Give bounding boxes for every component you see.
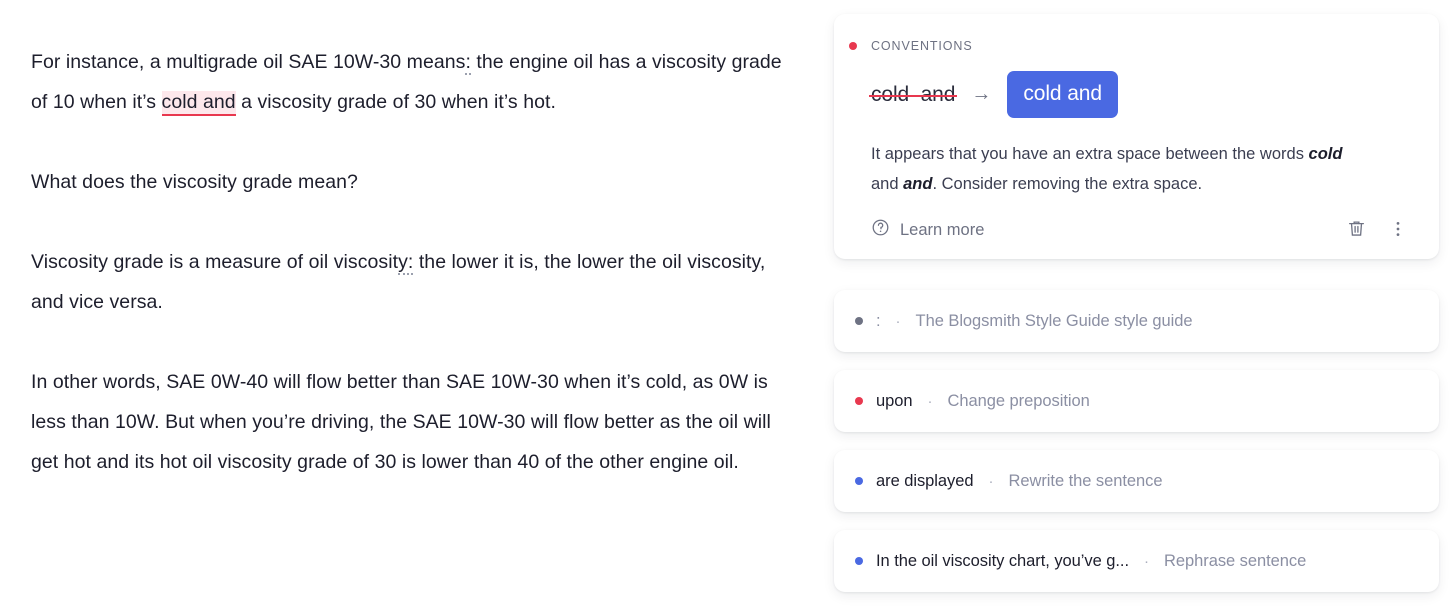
suggestions-sidebar: CONVENTIONS cold and → cold and It appea…	[820, 0, 1453, 616]
suggestion-row-action: The Blogsmith Style Guide style guide	[915, 311, 1193, 330]
original-text-strikethrough: cold and	[868, 82, 958, 106]
suggestion-row[interactable]: are displayed · Rewrite the sentence	[834, 450, 1439, 512]
category-dot-icon	[849, 42, 857, 50]
explanation-text: It appears that you have an extra space …	[871, 145, 1309, 163]
paragraph-text: What does the viscosity grade mean?	[31, 171, 358, 193]
question-circle-icon	[871, 218, 890, 242]
suggestion-row[interactable]: : · The Blogsmith Style Guide style guide	[834, 290, 1439, 352]
emphasis-word: and	[903, 175, 933, 193]
suggestion-category: CONVENTIONS	[849, 39, 1413, 53]
writing-assistant-app: For instance, a multigrade oil SAE 10W-3…	[0, 0, 1453, 616]
suggestion-row-separator: ·	[895, 312, 901, 330]
suggestion-list: : · The Blogsmith Style Guide style guide u…	[834, 290, 1439, 592]
suggestion-row-action: Change preposition	[947, 391, 1090, 410]
trash-icon	[1346, 218, 1367, 242]
accept-suggestion-button[interactable]: cold and	[1007, 71, 1118, 118]
suggestion-explanation: It appears that you have an extra space …	[871, 139, 1371, 199]
suggestion-dot-icon	[855, 477, 863, 485]
suggestion-row-text: upon	[876, 391, 913, 410]
category-label: CONVENTIONS	[871, 39, 973, 53]
document-editor-pane[interactable]: For instance, a multigrade oil SAE 10W-3…	[0, 0, 820, 616]
emphasis-word: cold	[1308, 145, 1343, 163]
suggestion-row-separator: ·	[1144, 552, 1149, 570]
suggestion-row-text: are displayed	[876, 471, 974, 490]
suggestion-card-expanded[interactable]: CONVENTIONS cold and → cold and It appea…	[834, 14, 1439, 259]
suggestion-dot-icon	[855, 397, 863, 405]
paragraph-text: a viscosity grade of 30 when it’s hot.	[235, 91, 556, 113]
style-suggestion-underline[interactable]: y:	[398, 251, 414, 275]
paragraph-text: For instance, a multigrade oil SAE 10W-3…	[31, 51, 466, 73]
explanation-text: and	[871, 175, 904, 193]
suggestion-dot-icon	[855, 557, 863, 565]
suggestion-row-separator: ·	[988, 472, 994, 490]
grammar-error-highlight[interactable]: cold and	[161, 91, 236, 116]
card-action-bar: Learn more	[871, 215, 1413, 245]
arrow-right-icon: →	[971, 82, 992, 105]
dismiss-suggestion-button[interactable]	[1341, 215, 1371, 245]
document-body[interactable]: For instance, a multigrade oil SAE 10W-3…	[0, 0, 820, 482]
learn-more-link[interactable]: Learn more	[871, 218, 984, 242]
suggestion-row[interactable]: In the oil viscosity chart, you’ve g... ·…	[834, 530, 1439, 592]
document-paragraph: Viscosity grade is a measure of oil visc…	[31, 242, 790, 322]
more-options-button[interactable]	[1383, 215, 1413, 245]
kebab-menu-icon	[1388, 219, 1408, 242]
learn-more-label: Learn more	[900, 220, 985, 239]
document-paragraph: For instance, a multigrade oil SAE 10W-3…	[31, 42, 790, 122]
suggestion-row-separator: ·	[927, 392, 933, 410]
suggestion-row[interactable]: upon · Change preposition	[834, 370, 1439, 432]
suggestion-row-action: Rewrite the sentence	[1008, 471, 1163, 490]
document-paragraph: What does the viscosity grade mean?	[31, 162, 790, 202]
document-paragraph: In other words, SAE 0W-40 will flow bett…	[31, 362, 790, 482]
paragraph-text: Viscosity grade is a measure of oil visc…	[31, 251, 399, 273]
suggestion-row-text: In the oil viscosity chart, you’ve g...	[876, 551, 1129, 570]
suggestion-row-text: :	[876, 311, 881, 330]
suggestion-dot-icon	[855, 317, 863, 325]
suggestion-row-action: Rephrase sentence	[1164, 551, 1307, 570]
explanation-text: . Consider removing the extra space.	[932, 175, 1203, 193]
replacement-row: cold and → cold and	[868, 71, 1413, 118]
paragraph-text: In other words, SAE 0W-40 will flow bett…	[31, 371, 771, 473]
